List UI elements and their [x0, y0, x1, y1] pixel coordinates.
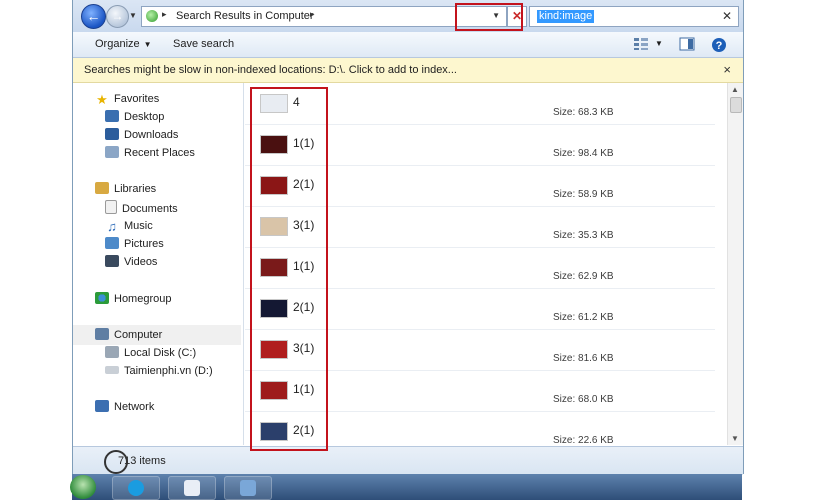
svg-text:?: ? [716, 40, 723, 52]
nav-label: Recent Places [124, 147, 195, 159]
file-size: Size: 22.6 KB [553, 435, 614, 445]
star-icon: ★ [96, 92, 108, 107]
file-size: Size: 35.3 KB [553, 230, 614, 241]
search-query-selected: kind:image [537, 10, 595, 23]
index-warning-text: Searches might be slow in non-indexed lo… [84, 64, 457, 76]
help-icon[interactable]: ? [711, 37, 727, 52]
documents-icon [105, 200, 117, 214]
downloads-icon [105, 128, 119, 140]
start-button[interactable] [70, 475, 96, 499]
file-size: Size: 58.9 KB [553, 189, 614, 200]
scroll-thumb[interactable] [730, 97, 742, 113]
command-bar: Organize ▼ Save search ▼ ? [73, 32, 743, 58]
explorer-window: ← → ▼ ▸ Search Results in Computer ▸ ▼ ✕… [72, 0, 744, 475]
nav-label: Pictures [124, 238, 164, 250]
file-size: Size: 98.4 KB [553, 148, 614, 159]
recent-pages-dropdown-icon[interactable]: ▼ [129, 11, 137, 20]
nav-label: Favorites [114, 93, 160, 105]
change-view-icon[interactable] [633, 37, 649, 51]
nav-label: Computer [114, 329, 163, 341]
breadcrumb-arrow-icon[interactable]: ▸ [310, 9, 315, 20]
file-size: Size: 68.3 KB [553, 107, 614, 118]
nav-label: Desktop [124, 111, 165, 123]
close-icon[interactable]: × [723, 62, 731, 77]
pictures-icon [105, 237, 119, 249]
nav-item-computer[interactable]: Computer [95, 327, 162, 343]
forward-arrow-icon[interactable]: → [106, 5, 129, 28]
nav-label: Libraries [114, 183, 157, 195]
chevron-down-icon: ▼ [143, 40, 152, 49]
nav-label: Taimienphi.vn (D:) [124, 365, 213, 377]
breadcrumb-arrow-icon[interactable]: ▸ [162, 9, 167, 20]
homegroup-icon [95, 292, 109, 304]
scroll-up-icon[interactable]: ▲ [731, 85, 739, 94]
taskbar-app-skype[interactable] [112, 476, 160, 500]
organize-label: Organize [95, 38, 140, 50]
nav-item-downloads[interactable]: Downloads [105, 127, 178, 143]
removable-drive-icon [105, 366, 119, 374]
nav-item-videos[interactable]: Videos [105, 254, 157, 270]
nav-label: Documents [122, 203, 178, 215]
explorer-icon [240, 480, 256, 496]
file-size: Size: 61.2 KB [553, 312, 614, 323]
file-size: Size: 62.9 KB [553, 271, 614, 282]
nav-item-music[interactable]: ♫ Music [105, 218, 153, 234]
cursor-highlight-ring [104, 450, 128, 474]
vertical-scrollbar[interactable]: ▲ ▼ [727, 83, 743, 445]
nav-item-drive-d[interactable]: Taimienphi.vn (D:) [105, 363, 213, 379]
nav-label: Music [124, 220, 153, 232]
nav-item-desktop[interactable]: Desktop [105, 109, 164, 125]
index-warning-bar[interactable]: Searches might be slow in non-indexed lo… [73, 58, 743, 83]
navigation-pane: ★ Favorites Desktop Downloads Recent Plac… [73, 83, 244, 445]
thumbnails-highlight-box [250, 87, 328, 451]
nav-item-local-disk[interactable]: Local Disk (C:) [105, 345, 196, 361]
file-size: Size: 68.0 KB [553, 394, 614, 405]
hard-drive-icon [105, 346, 119, 358]
nav-item-network[interactable]: Network [95, 399, 154, 415]
nav-label: Network [114, 401, 155, 413]
music-icon: ♫ [107, 219, 117, 234]
back-arrow-icon[interactable]: ← [81, 4, 106, 29]
preview-pane-icon[interactable] [679, 37, 695, 51]
nav-item-documents[interactable]: Documents [105, 200, 178, 216]
scroll-down-icon[interactable]: ▼ [731, 434, 739, 443]
recent-places-icon [105, 146, 119, 158]
nav-label: Videos [124, 256, 158, 268]
desktop-icon [105, 110, 119, 122]
taskbar-app-explorer[interactable] [224, 476, 272, 500]
nav-item-libraries[interactable]: Libraries [95, 181, 156, 197]
search-highlight-box [455, 3, 523, 31]
address-path: Search Results in Computer [176, 10, 314, 22]
nav-label: Local Disk (C:) [124, 347, 197, 359]
nav-item-favorites[interactable]: ★ Favorites [95, 91, 159, 107]
network-icon [95, 400, 109, 412]
file-size: Size: 81.6 KB [553, 353, 614, 364]
save-search-button[interactable]: Save search [173, 38, 234, 50]
word-document-icon [184, 480, 200, 496]
view-options-dropdown-icon[interactable]: ▼ [655, 39, 663, 48]
nav-item-pictures[interactable]: Pictures [105, 236, 164, 252]
nav-item-homegroup[interactable]: Homegroup [95, 291, 171, 307]
videos-icon [105, 255, 119, 267]
nav-label: Homegroup [114, 293, 172, 305]
clear-search-icon[interactable]: ✕ [722, 9, 732, 23]
taskbar [70, 474, 742, 500]
libraries-icon [95, 182, 109, 194]
skype-icon [128, 480, 144, 496]
search-results-icon [146, 10, 158, 22]
taskbar-app-word[interactable] [168, 476, 216, 500]
nav-item-recent-places[interactable]: Recent Places [105, 145, 195, 161]
search-input[interactable]: kind:image ✕ [529, 6, 739, 27]
organize-button[interactable]: Organize ▼ [95, 38, 152, 50]
computer-icon [95, 328, 109, 340]
address-bar[interactable]: ▸ Search Results in Computer ▸ ▼ [141, 6, 507, 27]
nav-label: Downloads [124, 129, 179, 141]
status-bar: 713 items [73, 446, 743, 475]
address-row: ← → ▼ ▸ Search Results in Computer ▸ ▼ ✕… [73, 0, 743, 32]
